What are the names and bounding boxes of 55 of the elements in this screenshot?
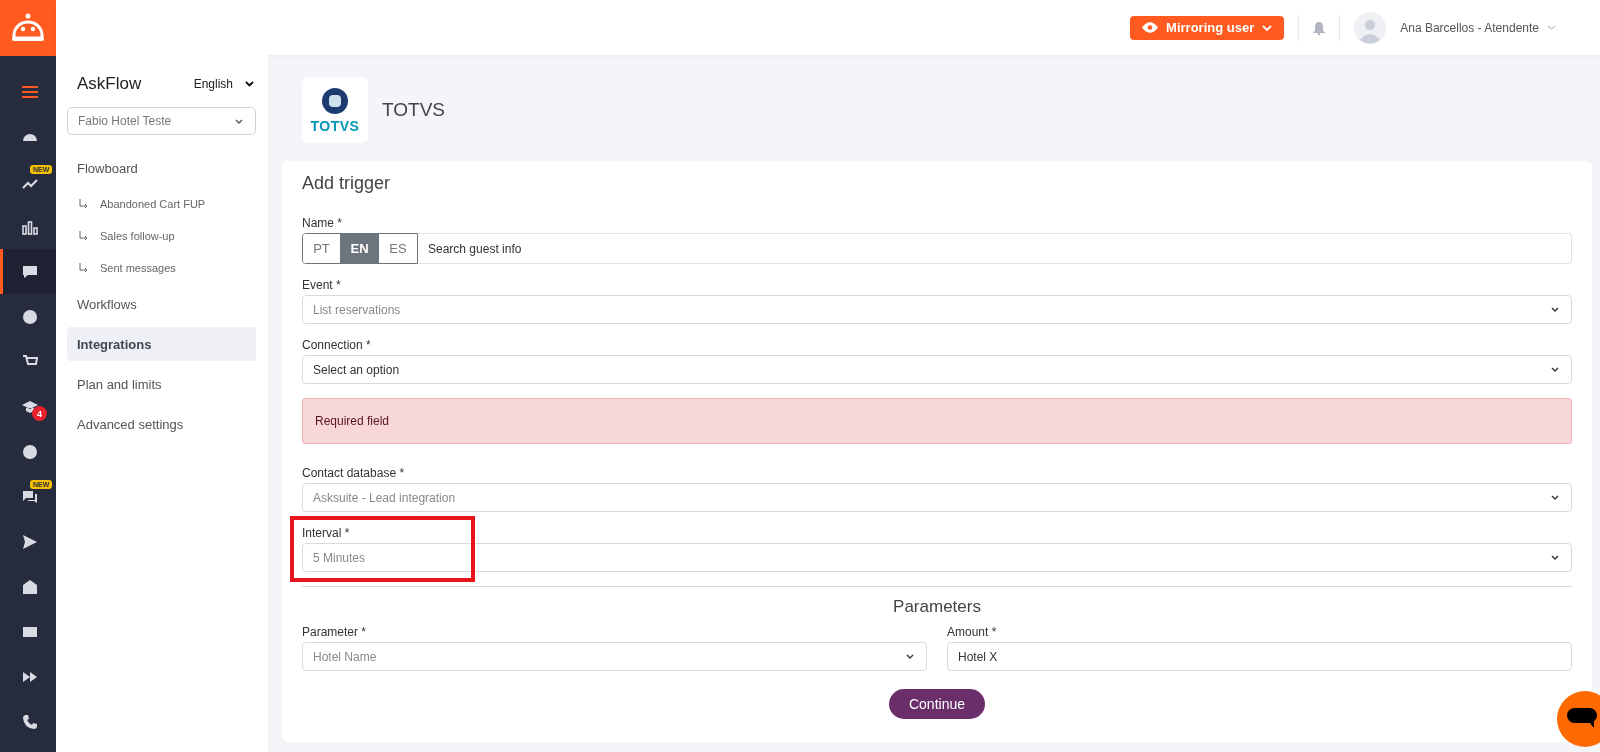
sub-arrow-icon	[79, 263, 88, 273]
phone-icon	[21, 713, 38, 730]
chevron-down-icon	[1551, 555, 1559, 560]
sidebar-subitem[interactable]: Sales follow-up	[67, 220, 256, 252]
sub-arrow-icon	[79, 199, 88, 209]
language-tab[interactable]: PT	[303, 234, 341, 263]
logo-wordmark: TOTVS	[310, 117, 360, 134]
field-label: Contact database *	[302, 466, 406, 480]
language-dropdown[interactable]: English	[193, 77, 254, 91]
sidebar-subitem[interactable]: Sent messages	[67, 252, 256, 284]
select-field[interactable]: Select an option	[302, 355, 1572, 384]
account-dropdown[interactable]: Fabio Hotel Teste	[67, 107, 256, 135]
user-name[interactable]: Ana Barcellos - Atendente	[1400, 20, 1539, 35]
continue-button[interactable]: Continue	[888, 689, 985, 719]
sphere-icon	[321, 86, 349, 115]
sidebar-item[interactable]: Integrations	[67, 327, 256, 361]
chevron-down-icon	[235, 118, 243, 124]
menu-icon	[21, 83, 38, 100]
sidebar-item[interactable]: Flowboard	[67, 151, 256, 185]
robot-bell-icon	[11, 13, 45, 43]
sidebar-item[interactable]: Plan and limits	[67, 367, 256, 401]
field-label: Amount *	[947, 625, 998, 639]
section-heading: Parameters	[892, 597, 982, 617]
chat-bubble-icon	[1567, 708, 1597, 730]
chevron-down-icon	[1551, 367, 1559, 372]
chevron-down-icon	[1551, 495, 1559, 500]
field-label: Interval *	[302, 526, 351, 540]
nav-rail-item[interactable]	[0, 249, 56, 294]
integration-name: TOTVS	[382, 99, 445, 121]
chat-icon	[21, 263, 38, 280]
nav-rail-item[interactable]: 4	[0, 384, 56, 429]
sidebar-item[interactable]: Advanced settings	[67, 407, 256, 441]
eye-icon	[1142, 22, 1159, 33]
bar-chart-icon	[21, 218, 38, 235]
field-label: Event *	[302, 278, 342, 292]
error-alert: Required field	[302, 398, 1572, 444]
chat-bubbles-icon	[21, 488, 38, 505]
section-title: AskFlow	[77, 74, 142, 94]
chevron-down-icon	[1262, 24, 1273, 31]
chevron-down-icon	[906, 654, 914, 659]
language-tab[interactable]: EN	[341, 234, 379, 263]
text-input[interactable]: Hotel X	[947, 642, 1572, 671]
graduation-cap-icon	[21, 398, 38, 415]
chevron-down-icon	[245, 81, 254, 87]
form-title: Add trigger	[302, 173, 392, 194]
field-label: Parameter *	[302, 625, 368, 639]
count-badge: 4	[32, 406, 47, 421]
sidebar-subitem[interactable]: Abandoned Cart FUP	[67, 188, 256, 220]
field-label: Connection *	[302, 338, 372, 352]
send-icon	[21, 533, 38, 550]
chevron-down-icon	[1551, 307, 1559, 312]
field-label: Name *	[302, 216, 343, 230]
sidebar-item[interactable]: Workflows	[67, 287, 256, 321]
sub-arrow-icon	[79, 231, 88, 241]
name-input[interactable]: Search guest info	[418, 233, 1572, 264]
